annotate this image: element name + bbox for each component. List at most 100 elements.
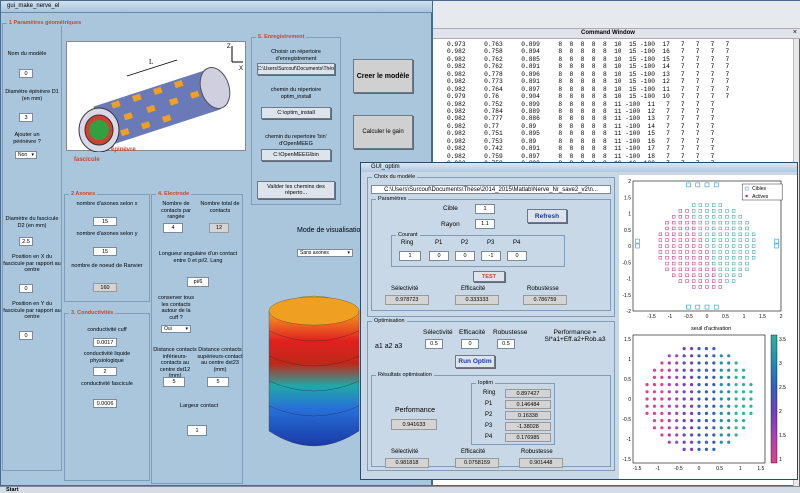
- heat-point: [689, 447, 694, 451]
- heat-point: [704, 361, 709, 365]
- heat-point: [682, 354, 686, 358]
- x-tick-label: -1: [656, 466, 661, 472]
- ioptim-p3-value: -1.38028: [505, 422, 551, 431]
- heat-point: [704, 397, 709, 401]
- p1-input[interactable]: 0: [429, 251, 449, 261]
- heat-point: [741, 375, 746, 379]
- nom-input[interactable]: 0: [19, 69, 33, 78]
- mode-visualisation-select[interactable]: Sans axones: [297, 249, 353, 257]
- a3-input[interactable]: 0.5: [497, 339, 515, 349]
- close-icon[interactable]: ×: [793, 29, 797, 36]
- fascicule-cond-input[interactable]: 0.0006: [93, 399, 117, 408]
- heat-point: [697, 368, 701, 372]
- heat-point: [741, 368, 746, 372]
- res-sel-label: Sélectivité: [391, 449, 419, 455]
- cuff-input[interactable]: 0.0017: [93, 338, 117, 347]
- heat-point: [712, 404, 716, 408]
- p4-label: P4: [513, 240, 521, 246]
- refresh-button[interactable]: Refresh: [527, 209, 567, 223]
- nerve-3d-plot: [259, 271, 369, 471]
- cmd-output-row: 0.982 0.759 0.897 8 8 8 8 8 11 -100 18 7…: [447, 152, 715, 160]
- nrang-input[interactable]: 4: [163, 223, 183, 233]
- valider-chemins-button[interactable]: Valider les chemins des réperto...: [257, 181, 335, 199]
- frame-title: Courant: [396, 232, 420, 238]
- mode-visualisation-label: Mode de visualisation: [297, 227, 365, 234]
- heat-point: [667, 440, 671, 444]
- openmeeg-bin-button[interactable]: C:\OpenMEEG\bin: [261, 149, 331, 161]
- heat-point: [727, 390, 731, 394]
- heat-point: [667, 375, 671, 379]
- y-tick-label: 1: [628, 357, 631, 363]
- heat-point: [727, 361, 731, 365]
- heat-point: [704, 390, 709, 394]
- perinevre-select[interactable]: Non: [15, 151, 37, 159]
- cons-select[interactable]: Oui: [161, 325, 191, 333]
- long-input[interactable]: pi/6: [187, 277, 209, 287]
- heat-point: [667, 411, 671, 415]
- heat-point: [712, 354, 716, 358]
- a1-input[interactable]: 0.5: [425, 339, 443, 349]
- test-button[interactable]: TEST: [473, 271, 505, 282]
- heat-point: [667, 426, 671, 430]
- epinevre-label: épinèvre: [111, 147, 136, 153]
- p4-input[interactable]: 0: [507, 251, 527, 261]
- panel-title: 2 Axones: [69, 191, 98, 197]
- posx-input[interactable]: 0: [19, 284, 33, 293]
- larg-input[interactable]: 1: [187, 425, 207, 436]
- robustesse-header: Robustesse: [493, 329, 528, 336]
- d2-input[interactable]: 2.5: [19, 237, 33, 246]
- ioptim-p2-value: 0.16338: [505, 411, 551, 420]
- legend-actives: Actives: [752, 194, 769, 200]
- path-button[interactable]: C:\Users\Surcouf\Documents\Thès: [257, 63, 335, 75]
- panel-title: 4. Electrode: [156, 191, 192, 197]
- heat-point: [682, 404, 686, 408]
- creer-modele-button[interactable]: Creer le modèle: [353, 59, 413, 93]
- heat-point: [704, 426, 709, 430]
- start-button[interactable]: Start: [6, 487, 19, 493]
- optim-install-button[interactable]: C:\optim_install: [261, 107, 331, 119]
- heat-point: [660, 361, 664, 365]
- y-tick-label: 0.5: [624, 377, 631, 383]
- calculer-gain-button[interactable]: Calculer le gain: [353, 115, 413, 149]
- heat-point: [645, 383, 649, 387]
- heat-point: [675, 440, 679, 444]
- res-eff-value: 0.0758159: [455, 458, 499, 468]
- cible-input[interactable]: 1: [475, 204, 495, 214]
- heat-point: [682, 433, 686, 437]
- heat-point: [697, 397, 701, 401]
- model-path-input[interactable]: C:\Users\Surcouf\Documents\Thèse\2014_20…: [371, 185, 611, 194]
- heat-point: [719, 419, 723, 423]
- run-optim-button[interactable]: Run Optim: [455, 355, 495, 368]
- d1-input[interactable]: 3: [19, 113, 33, 122]
- p1-label: P1: [435, 240, 443, 246]
- heat-point: [704, 419, 709, 423]
- x-tick-label: 0.5: [716, 466, 723, 472]
- p2-input[interactable]: 0: [455, 251, 475, 261]
- a2-input[interactable]: 0: [461, 339, 479, 349]
- target-scatter-plot: -1.5 -1 -0.5 0 0.5 1 1.5 2 2 1.5 1 0.5 0 -0.5 -1 -1.5 -2…: [622, 179, 782, 320]
- posy-input[interactable]: 0: [19, 331, 33, 340]
- heat-point: [689, 361, 694, 365]
- cmd-output-row: 0.982 0.778 0.896 8 8 8 8 8 10 15 -100 1…: [447, 70, 730, 78]
- heat-point: [719, 440, 723, 444]
- liquide-input[interactable]: 2: [93, 367, 117, 376]
- p3-input[interactable]: -1: [481, 251, 501, 261]
- heat-point: [727, 440, 731, 444]
- heat-point: [660, 390, 664, 394]
- rayon-input[interactable]: 1.1: [475, 219, 495, 229]
- dist1-input[interactable]: 5: [163, 377, 185, 387]
- nx-input[interactable]: 15: [93, 217, 117, 226]
- heat-point: [741, 404, 746, 408]
- heat-point: [697, 433, 701, 437]
- ring-input[interactable]: 1: [399, 251, 421, 261]
- heat-point: [660, 419, 664, 423]
- legend-actives-marker: [745, 194, 748, 198]
- heat-point: [719, 383, 723, 387]
- dist2-input[interactable]: 5: [207, 377, 229, 387]
- heat-point: [697, 354, 701, 358]
- rob-value: 0.786759: [523, 295, 567, 305]
- heat-point: [682, 347, 686, 351]
- ny-input[interactable]: 15: [93, 247, 117, 256]
- x-tick-label: -1.5: [633, 466, 642, 472]
- heat-point: [652, 368, 657, 372]
